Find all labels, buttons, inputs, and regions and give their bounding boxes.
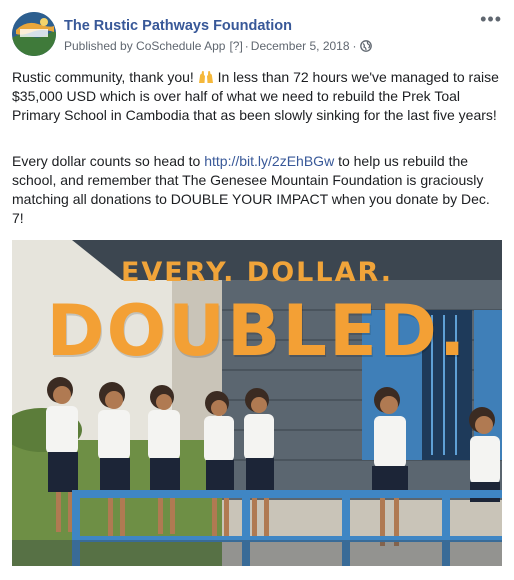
raising-hands-icon <box>198 70 214 84</box>
post-date[interactable]: December 5, 2018 <box>251 39 350 53</box>
facebook-post: The Rustic Pathways Foundation Published… <box>0 0 514 580</box>
more-options-icon[interactable]: ••• <box>480 10 502 28</box>
meta-separator: · <box>244 39 249 53</box>
paragraph-1-text-a: Rustic community, thank you! <box>12 69 198 85</box>
donation-link[interactable]: http://bit.ly/2zEhBGw <box>204 153 334 169</box>
post-image[interactable]: EVERY. DOLLAR. DOUBLED. <box>12 240 502 566</box>
school-photo <box>12 240 502 566</box>
globe-icon <box>359 40 372 52</box>
image-headline-main: DOUBLED. <box>46 290 468 372</box>
post-meta: Published by CoSchedule App [?] · Decemb… <box>64 39 372 53</box>
image-headline-top: EVERY. DOLLAR. <box>120 257 394 288</box>
help-mark[interactable]: [?] <box>229 39 242 53</box>
meta-separator-2: · <box>352 39 357 53</box>
published-by[interactable]: Published by CoSchedule App <box>64 39 225 53</box>
page-avatar[interactable] <box>12 12 56 56</box>
post-paragraph-2: Every dollar counts so head to http://bi… <box>12 152 504 228</box>
paragraph-2-text-a: Every dollar counts so head to <box>12 153 205 169</box>
post-paragraph-1: Rustic community, thank you! In less tha… <box>12 68 504 125</box>
page-name[interactable]: The Rustic Pathways Foundation <box>64 18 292 34</box>
